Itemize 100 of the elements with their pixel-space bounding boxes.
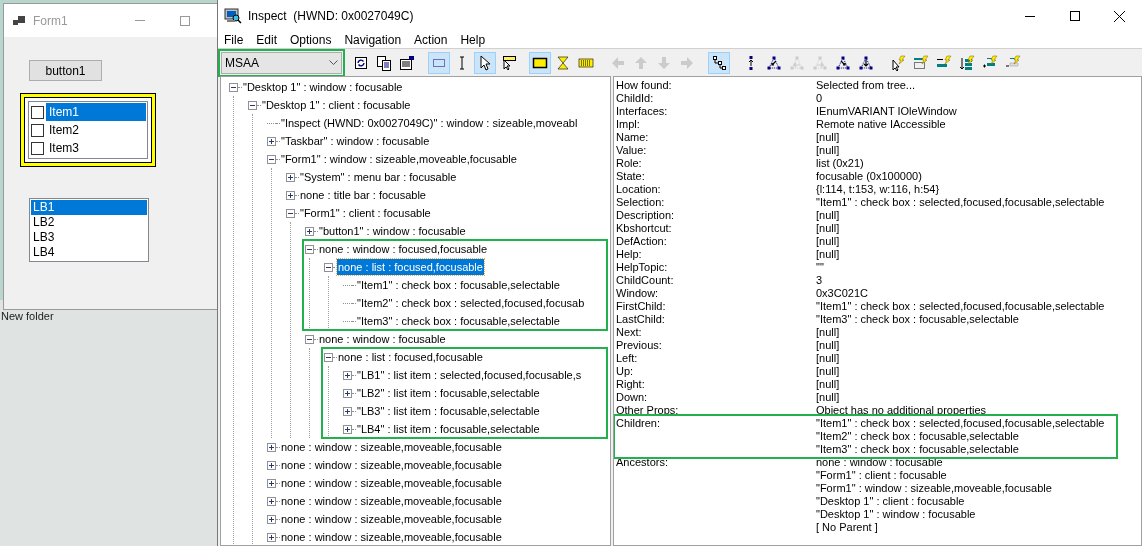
expand-button[interactable]	[343, 406, 352, 416]
collapse-button[interactable]	[305, 334, 314, 344]
property-value: [null]	[816, 209, 840, 222]
tree-item[interactable]: none : window : sizeable,moveable,focusable	[280, 474, 503, 492]
checkbox[interactable]	[31, 141, 44, 155]
property-value: IEnumVARIANT IOleWindow	[816, 105, 957, 118]
expand-button[interactable]	[267, 532, 276, 542]
tree-item[interactable]: "button1" : window : focusable	[318, 222, 467, 240]
toolbar-button[interactable]	[529, 51, 551, 74]
expand-button[interactable]	[343, 370, 352, 380]
collapse-button[interactable]	[286, 208, 295, 218]
checkbox[interactable]	[31, 105, 44, 119]
tree-item[interactable]: "Item3" : check box : focusable,selectable	[356, 312, 561, 330]
collapse-button[interactable]	[324, 262, 333, 272]
list-item[interactable]: LB1	[31, 200, 147, 215]
tree-item[interactable]: "Item1" : check box : focusable,selectable	[356, 276, 561, 294]
expand-button[interactable]	[343, 424, 352, 434]
next-sibling-icon	[812, 54, 828, 71]
expand-button[interactable]	[267, 136, 276, 146]
tree-item[interactable]: none : window : sizeable,moveable,focusable	[280, 492, 503, 510]
property-value: [null]	[816, 352, 840, 365]
flash-list-icon	[959, 54, 975, 71]
property-value: {l:114, t:153, w:116, h:54}	[816, 183, 940, 196]
property-label: FirstChild:	[616, 300, 667, 313]
mode-dropdown[interactable]: MSAA	[221, 51, 342, 74]
tree-item[interactable]: "Desktop 1" : client : focusable	[261, 96, 412, 114]
property-label: Window:	[616, 287, 660, 300]
property-label: ChildCount:	[616, 274, 675, 287]
property-value: [ No Parent ]	[816, 521, 879, 534]
property-label: Interfaces:	[616, 105, 669, 118]
expand-button[interactable]	[267, 514, 276, 524]
tree-item[interactable]: "System" : menu bar : focusable	[299, 168, 458, 186]
toolbar-button[interactable]	[474, 51, 496, 74]
list-item[interactable]: Item3	[46, 139, 146, 157]
list-item[interactable]: Item1	[46, 103, 146, 121]
tree-item[interactable]: none : window : sizeable,moveable,focusable	[280, 438, 503, 456]
form-button[interactable]: button1	[29, 60, 102, 81]
tree-item[interactable]: "Form1" : window : sizeable,moveable,focusable	[280, 150, 518, 168]
tree-item[interactable]: none : title bar : focusable	[299, 186, 427, 204]
collapse-button[interactable]	[324, 352, 333, 362]
property-value: [null]	[816, 222, 840, 235]
menu-item[interactable]: Options	[290, 32, 332, 48]
property-value: ""	[816, 261, 824, 274]
tree-item[interactable]: none : window : focused,focusable	[318, 240, 489, 258]
menu-item[interactable]: Edit	[256, 32, 278, 48]
list-item[interactable]: LB3	[31, 230, 147, 245]
expand-button[interactable]	[267, 460, 276, 470]
tree-item[interactable]: "Item2" : check box : selected,focused,focusab	[356, 294, 586, 312]
menu-item[interactable]: Action	[414, 32, 448, 48]
menu-item[interactable]: Navigation	[344, 32, 402, 48]
flash-pointer-icon	[890, 54, 906, 71]
property-label: Value:	[616, 144, 648, 157]
tree-item[interactable]: none : list : focused,focusable	[337, 348, 484, 366]
property-label: Kbshortcut:	[616, 222, 673, 235]
tree-item[interactable]: "Inspect (HWND: 0x0027049C)" : window : sizeable,moveabl	[280, 114, 579, 132]
refresh-icon	[353, 54, 369, 71]
checkbox[interactable]	[31, 123, 44, 137]
expand-button[interactable]	[286, 190, 295, 200]
menu-item[interactable]: Help	[460, 32, 486, 48]
tree-item[interactable]: "LB3" : list item : focusable,selectable	[356, 402, 541, 420]
tree-item[interactable]: none : window : sizeable,moveable,focusable	[280, 510, 503, 528]
tree-item[interactable]: none : window : sizeable,moveable,focusable	[280, 456, 503, 474]
property-value: [null]	[816, 144, 840, 157]
property-label: Selection:	[616, 196, 666, 209]
expand-button[interactable]	[305, 226, 314, 236]
expand-button[interactable]	[267, 442, 276, 452]
property-value: "Item1" : check box : selected,focused,focusable,selectable	[816, 196, 1105, 209]
menu-item[interactable]: File	[224, 32, 244, 48]
tree-item[interactable]: none : list : focused,focusable	[337, 258, 484, 276]
list-item[interactable]: Item2	[46, 121, 146, 139]
collapse-button[interactable]	[267, 154, 276, 164]
tree-item[interactable]: "Desktop 1" : window : focusable	[242, 78, 404, 96]
copy-icon	[376, 54, 392, 71]
property-label: Right:	[616, 378, 646, 391]
expand-button[interactable]	[343, 388, 352, 398]
up-arrow-icon	[633, 54, 649, 71]
expand-button[interactable]	[267, 478, 276, 488]
tree-item[interactable]: "LB1" : list item : selected,focused,focusable,s	[356, 366, 583, 384]
list-item[interactable]: LB2	[31, 215, 147, 230]
property-value: list (0x21)	[816, 157, 864, 170]
list-item[interactable]: LB4	[31, 245, 147, 260]
property-value: focusable (0x100000)	[816, 170, 922, 183]
tree-item[interactable]: "Form1" : client : focusable	[299, 204, 432, 222]
property-value: [null]	[816, 326, 840, 339]
tree-item[interactable]: none : window : focusable	[318, 330, 447, 348]
property-label: Name:	[616, 131, 650, 144]
tree-item[interactable]: "Taskbar" : window : focusable	[280, 132, 431, 150]
flash-rectangle-icon	[913, 54, 929, 71]
property-value: [null]	[816, 378, 840, 391]
tree-item[interactable]: "LB4" : list item : focusable,selectable	[356, 420, 541, 438]
collapse-button[interactable]	[229, 82, 238, 92]
property-label: Other Props:	[616, 404, 680, 417]
collapse-button[interactable]	[305, 244, 314, 254]
chevron-down-icon	[329, 60, 338, 65]
expand-button[interactable]	[267, 496, 276, 506]
tree-item[interactable]: "LB2" : list item : focusable,selectable	[356, 384, 541, 402]
toolbar-button[interactable]	[708, 51, 730, 74]
collapse-button[interactable]	[248, 100, 257, 110]
expand-button[interactable]	[286, 172, 295, 182]
tree-item[interactable]: none : window : sizeable,moveable,focusable	[280, 528, 503, 545]
